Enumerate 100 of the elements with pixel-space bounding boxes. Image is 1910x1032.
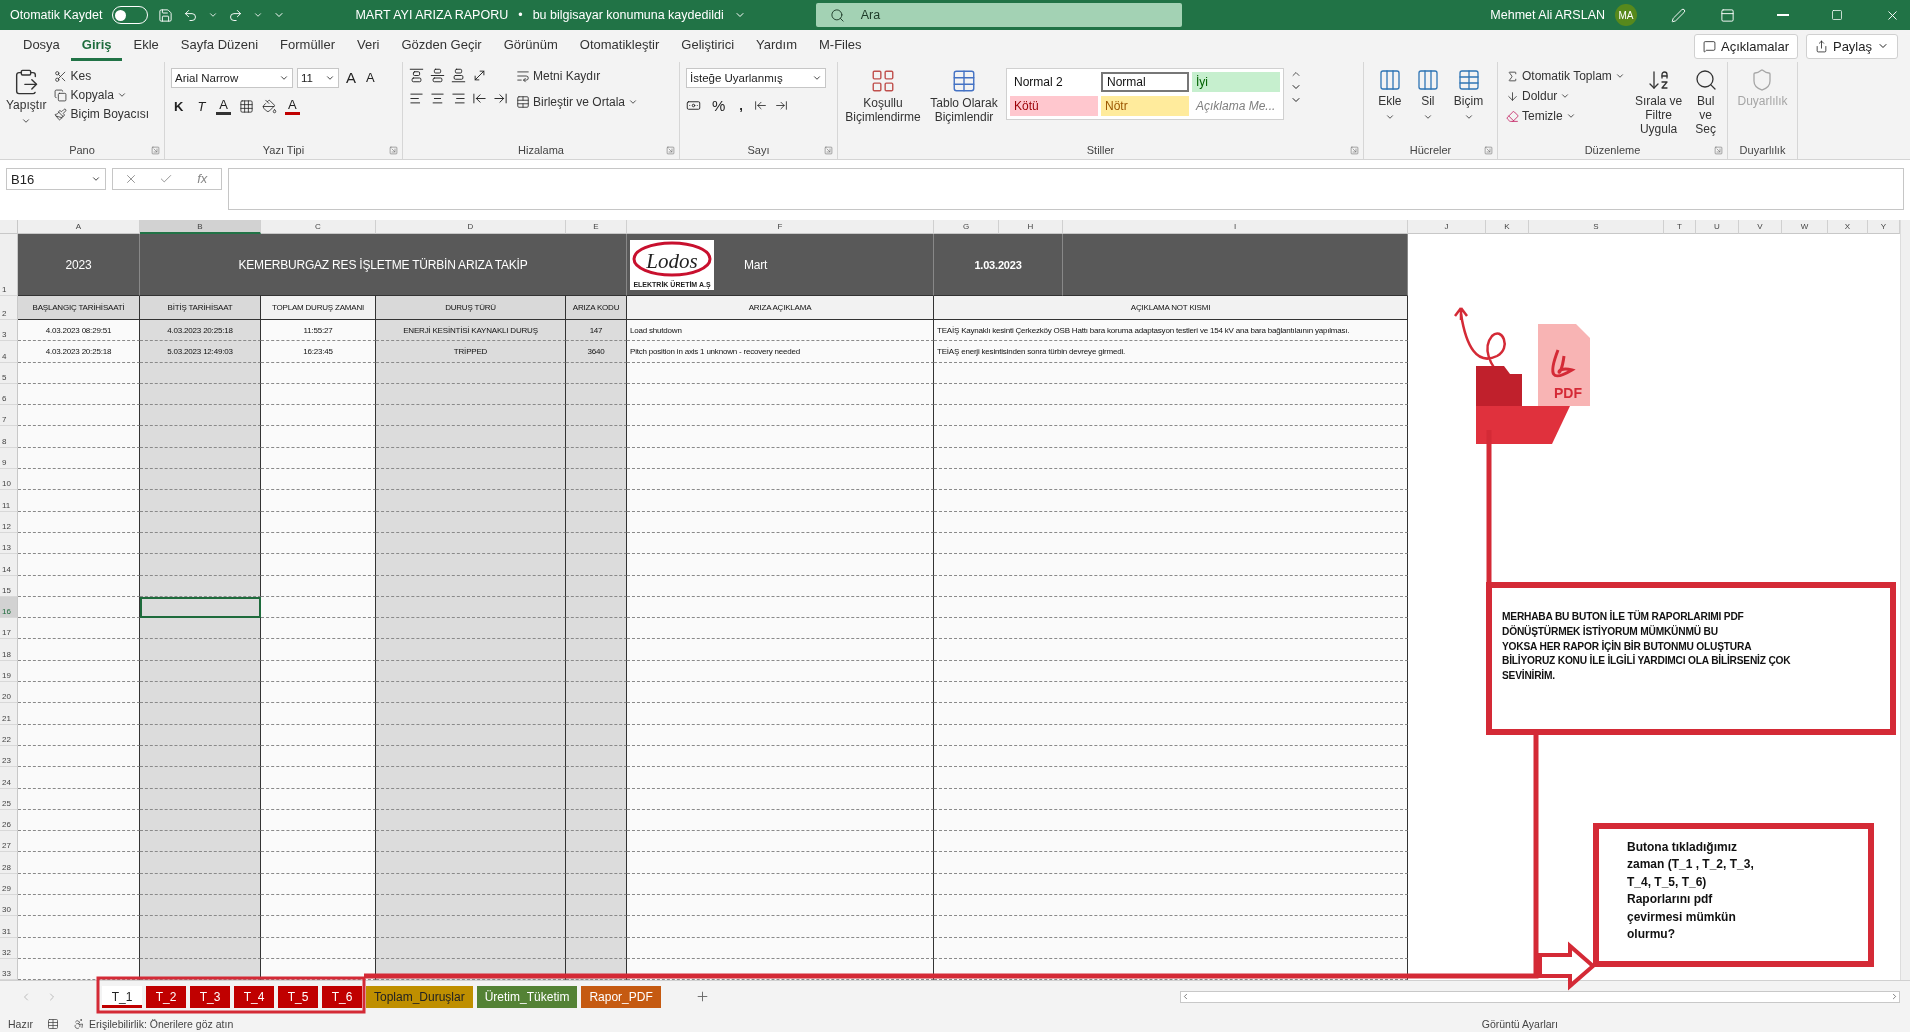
dialog-launcher[interactable] bbox=[151, 146, 160, 155]
sheet-tab[interactable]: T_3 bbox=[190, 985, 230, 1008]
column-header[interactable]: V bbox=[1739, 220, 1782, 234]
sheet-tab[interactable]: Toplam_Duruşlar bbox=[366, 985, 473, 1008]
sheet-tab[interactable]: Üretim_Tüketim bbox=[476, 985, 578, 1008]
menu-tab[interactable]: Görünüm bbox=[492, 31, 569, 61]
selected-cell[interactable] bbox=[140, 596, 261, 619]
redo-menu-button[interactable] bbox=[253, 10, 264, 20]
comma-button[interactable]: , bbox=[736, 98, 746, 113]
format-table-button[interactable]: Tablo Olarak Biçimlendir bbox=[928, 68, 1000, 125]
column-header[interactable]: G bbox=[934, 220, 999, 234]
sheet-tab[interactable]: Rapor_PDF bbox=[581, 985, 661, 1008]
underline-button[interactable]: A bbox=[216, 98, 231, 115]
wrap-text-button[interactable]: Metni Kaydır bbox=[514, 68, 641, 84]
column-header[interactable]: X bbox=[1828, 220, 1868, 234]
dialog-launcher[interactable] bbox=[1350, 146, 1359, 155]
column-header[interactable]: C bbox=[261, 220, 376, 234]
vertical-scrollbar[interactable] bbox=[1900, 220, 1910, 981]
column-header[interactable]: S bbox=[1529, 220, 1664, 234]
share-button[interactable]: Paylaş bbox=[1805, 33, 1898, 59]
autosum-button[interactable]: Otomatik Toplam bbox=[1504, 68, 1627, 84]
delete-button[interactable]: Sil bbox=[1415, 68, 1440, 122]
column-header[interactable]: T bbox=[1664, 220, 1696, 234]
copy-button[interactable]: Kopyala bbox=[52, 87, 152, 103]
menu-tab[interactable]: Formüller bbox=[269, 31, 346, 61]
increase-decimal-button[interactable] bbox=[753, 99, 767, 112]
menu-tab[interactable]: Veri bbox=[346, 31, 391, 61]
menu-tab[interactable]: Dosya bbox=[12, 31, 71, 61]
cell-style[interactable]: Kötü bbox=[1010, 96, 1098, 116]
column-header[interactable]: I bbox=[1063, 220, 1408, 234]
dialog-launcher[interactable] bbox=[389, 146, 398, 155]
comments-button[interactable]: Açıklamalar bbox=[1694, 33, 1798, 59]
align-left-button[interactable] bbox=[409, 91, 424, 106]
number-format-field[interactable]: İsteğe Uyarlanmış bbox=[686, 68, 826, 88]
shrink-font-button[interactable]: A bbox=[363, 71, 378, 85]
dialog-launcher[interactable] bbox=[666, 146, 675, 155]
cut-button[interactable]: Kes bbox=[52, 68, 152, 84]
column-header[interactable]: E bbox=[566, 220, 627, 234]
sheet-tab[interactable]: T_4 bbox=[234, 985, 274, 1008]
formula-input[interactable] bbox=[228, 168, 1904, 210]
bold-button[interactable]: K bbox=[171, 99, 187, 114]
cell-style[interactable]: Nötr bbox=[1101, 96, 1189, 116]
macro-button[interactable] bbox=[47, 1018, 60, 1030]
align-right-button[interactable] bbox=[451, 91, 466, 106]
percent-button[interactable]: % bbox=[709, 98, 729, 113]
cell-style[interactable]: İyi bbox=[1192, 72, 1280, 92]
column-header[interactable]: Y bbox=[1868, 220, 1900, 234]
restore-button[interactable] bbox=[1831, 9, 1843, 21]
column-header[interactable]: U bbox=[1696, 220, 1739, 234]
column-header[interactable]: W bbox=[1782, 220, 1828, 234]
dialog-launcher[interactable] bbox=[824, 146, 833, 155]
column-header[interactable]: F bbox=[627, 220, 934, 234]
format-painter-button[interactable]: Biçim Boyacısı bbox=[52, 106, 152, 122]
column-header[interactable]: B bbox=[140, 220, 261, 234]
sheet-tab[interactable]: T_6 bbox=[322, 985, 362, 1008]
conditional-format-button[interactable]: Koşullu Biçimlendirme bbox=[844, 68, 922, 125]
horizontal-scrollbar[interactable] bbox=[1180, 990, 1900, 1003]
fill-color-button[interactable] bbox=[262, 99, 277, 114]
menu-tab[interactable]: Gözden Geçir bbox=[390, 31, 493, 61]
menu-tab[interactable]: Sayfa Düzeni bbox=[169, 31, 270, 61]
borders-button[interactable] bbox=[239, 99, 254, 114]
merge-center-button[interactable]: Birleştir ve Ortala bbox=[514, 94, 641, 110]
add-sheet-button[interactable] bbox=[694, 989, 710, 1005]
pen-button[interactable] bbox=[1671, 7, 1686, 23]
dialog-launcher[interactable] bbox=[1484, 146, 1493, 155]
font-size-field[interactable]: 11 bbox=[297, 68, 339, 88]
increase-indent-button[interactable] bbox=[493, 91, 508, 106]
redo-button[interactable] bbox=[228, 7, 244, 23]
bottom-align-button[interactable] bbox=[451, 68, 466, 83]
font-color-button[interactable]: A bbox=[285, 98, 300, 115]
italic-button[interactable]: T bbox=[194, 99, 209, 114]
column-header[interactable]: D bbox=[376, 220, 566, 234]
column-header[interactable]: K bbox=[1486, 220, 1529, 234]
format-button[interactable]: Biçim bbox=[1453, 68, 1484, 122]
decrease-decimal-button[interactable] bbox=[774, 99, 788, 112]
insert-button[interactable]: Ekle bbox=[1377, 68, 1402, 122]
find-select-button[interactable]: Bul ve Seç bbox=[1690, 68, 1721, 137]
ribbon-display-button[interactable] bbox=[1720, 7, 1735, 23]
sort-filter-button[interactable]: Sırala ve Filtre Uygula bbox=[1632, 68, 1685, 137]
name-box[interactable]: B16 bbox=[6, 168, 106, 190]
undo-button[interactable] bbox=[183, 7, 199, 23]
display-settings-button[interactable]: Görüntü Ayarları bbox=[1481, 1018, 1558, 1030]
decrease-indent-button[interactable] bbox=[472, 91, 487, 106]
column-header[interactable]: H bbox=[999, 220, 1063, 234]
cell-style[interactable]: Normal bbox=[1101, 72, 1189, 92]
undo-menu-button[interactable] bbox=[208, 10, 219, 20]
menu-tab[interactable]: Otomatikleştir bbox=[568, 31, 671, 61]
user-avatar[interactable]: MA bbox=[1615, 4, 1637, 26]
sheet-tab[interactable]: T_1 bbox=[102, 985, 142, 1008]
menu-tab[interactable]: Yardım bbox=[745, 31, 808, 61]
accessibility-status[interactable]: Erişilebilirlik: Önerilere göz atın bbox=[89, 1018, 234, 1030]
dialog-launcher[interactable] bbox=[1714, 146, 1723, 155]
confirm-button[interactable] bbox=[158, 172, 173, 186]
clear-button[interactable]: Temizle bbox=[1504, 108, 1627, 124]
menu-tab[interactable]: Ekle bbox=[122, 31, 170, 61]
top-align-button[interactable] bbox=[409, 68, 424, 83]
sheet-tab[interactable]: T_2 bbox=[146, 985, 186, 1008]
insert-function-button[interactable]: fx bbox=[194, 172, 211, 186]
save-button[interactable] bbox=[158, 7, 174, 23]
column-header[interactable]: J bbox=[1408, 220, 1486, 234]
